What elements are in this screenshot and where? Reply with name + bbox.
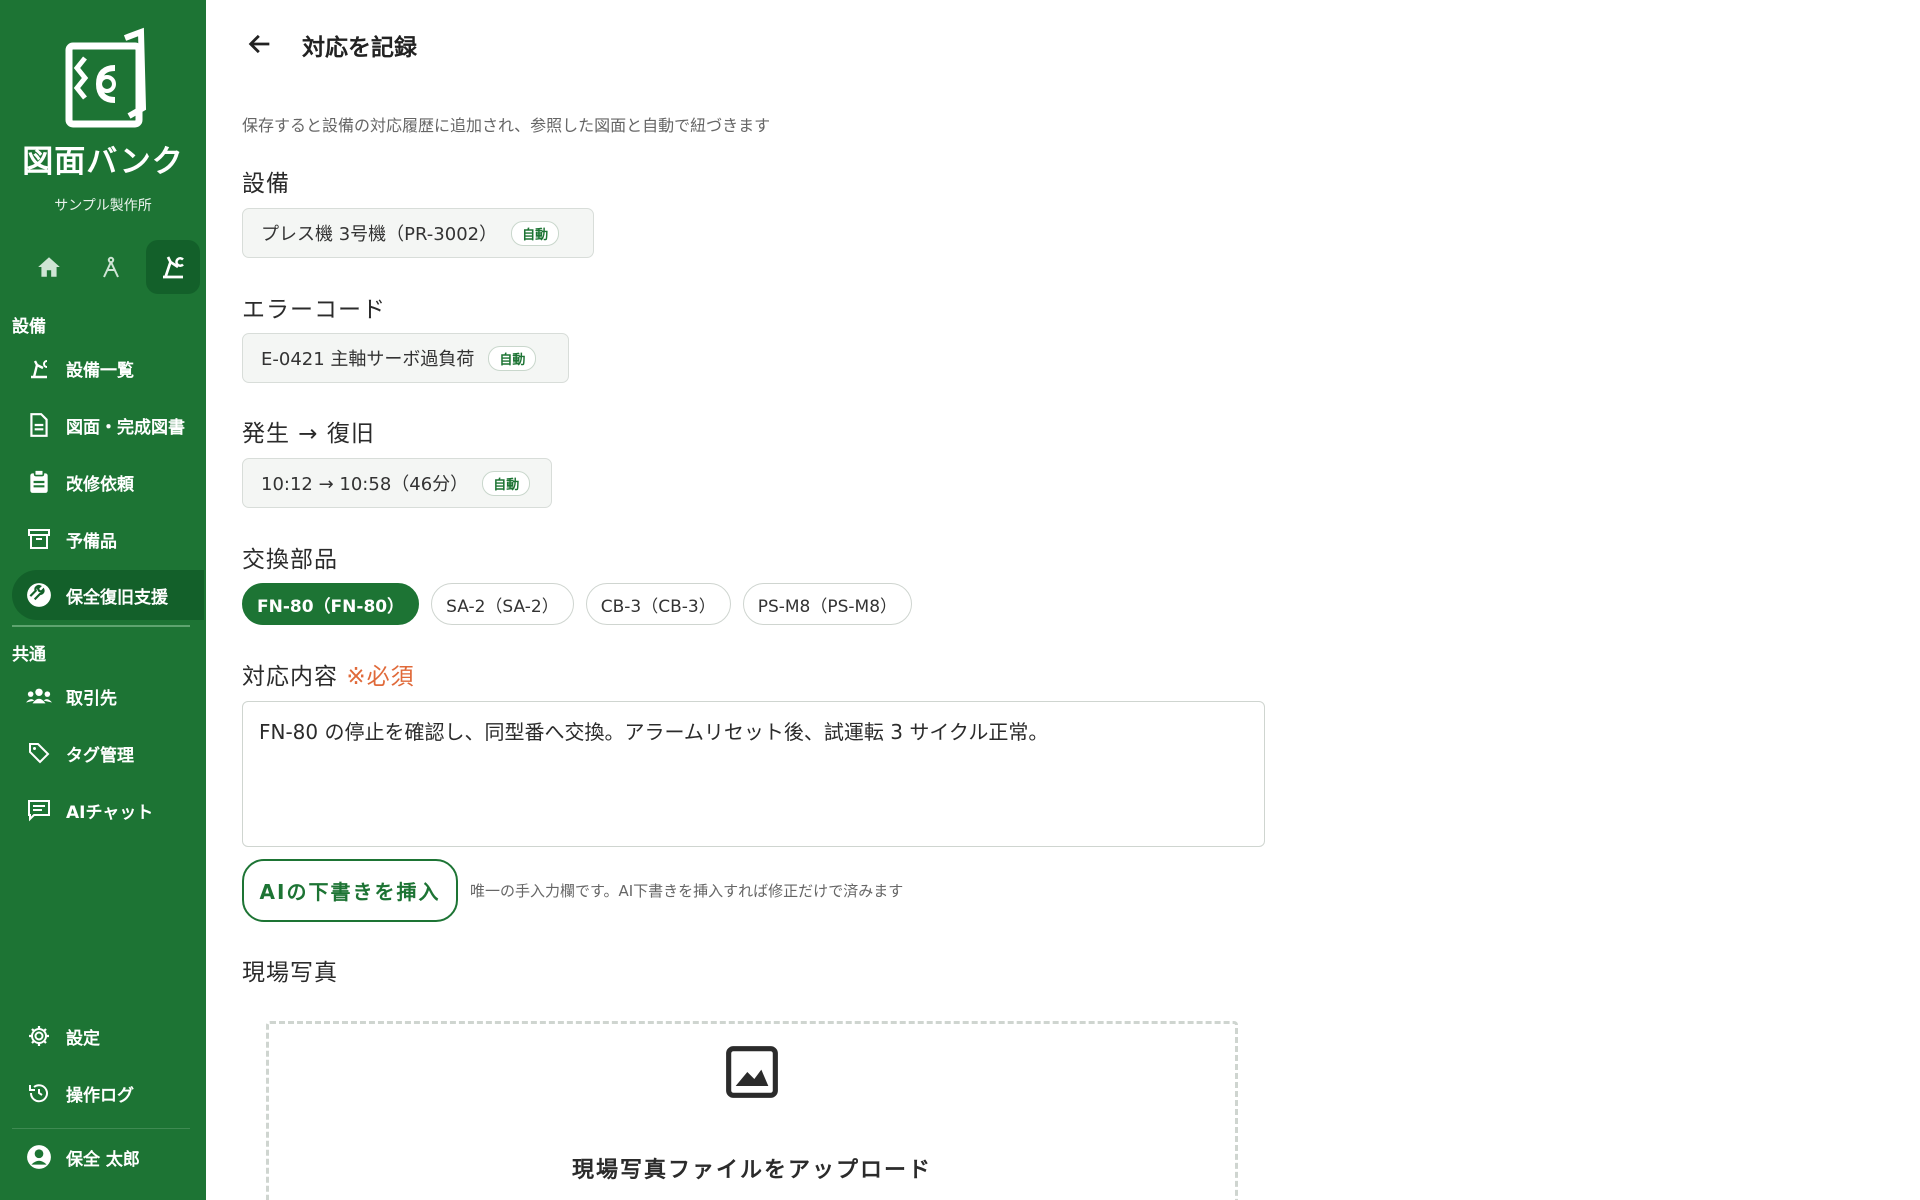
section-equipment: 設備 <box>12 317 46 337</box>
company-name: サンプル製作所 <box>54 198 152 214</box>
sidebar-item-settings[interactable]: 設定 <box>12 1011 204 1061</box>
chat-icon <box>26 797 52 823</box>
page-subtitle: 保存すると設備の対応履歴に追加され、参照した図面と自動で紐づきます <box>242 116 771 135</box>
logo-icon <box>65 27 147 128</box>
sidebar-item-drawings[interactable]: 図面・完成図書 <box>12 400 204 450</box>
arrow-left-icon <box>248 34 270 54</box>
wrench-icon <box>26 582 52 608</box>
time-field: 10:12 → 10:58（46分） 自動 <box>242 458 552 508</box>
parts-chip-group: FN-80（FN-80） SA-2（SA-2） CB-3（CB-3） PS-M8… <box>242 583 913 625</box>
brand-name: 図面バンク <box>22 144 184 180</box>
time-value: 10:12 → 10:58（46分） <box>261 474 469 495</box>
sidebar-item-label: 図面・完成図書 <box>66 417 185 438</box>
sidebar-item-label: タグ管理 <box>66 745 134 766</box>
sidebar-item-partners[interactable]: 取引先 <box>12 671 204 721</box>
tag-icon <box>26 740 52 766</box>
section-common: 共通 <box>12 645 46 665</box>
auto-badge: 自動 <box>488 345 537 371</box>
compass-button[interactable] <box>84 240 138 294</box>
compass-icon <box>103 256 119 278</box>
sidebar-item-operation-log[interactable]: 操作ログ <box>12 1068 204 1118</box>
image-icon <box>726 1046 778 1098</box>
avatar-icon <box>26 1144 52 1170</box>
upload-text: 現場写真ファイルをアップロード <box>571 1158 932 1183</box>
sidebar: 図面バンク サンプル製作所 設備 設備一覧 図面・完成図書 改修依頼 予備品 保… <box>0 0 206 1200</box>
logo: 図面バンク サンプル製作所 <box>0 24 206 215</box>
home-button[interactable] <box>22 240 76 294</box>
auto-badge: 自動 <box>482 470 531 496</box>
part-chip[interactable]: FN-80（FN-80） <box>242 583 420 625</box>
auto-badge: 自動 <box>511 220 560 246</box>
sidebar-item-label: 保全復旧支援 <box>66 587 168 608</box>
equipment-field: プレス機 3号機（PR-3002） 自動 <box>242 208 594 258</box>
page-title: 対応を記録 <box>302 35 417 61</box>
part-chip[interactable]: PS-M8（PS-M8） <box>742 583 913 625</box>
gear-icon <box>26 1023 52 1049</box>
insert-ai-draft-button[interactable]: AIの下書きを挿入 <box>242 859 458 922</box>
sidebar-item-equipment-list[interactable]: 設備一覧 <box>12 343 204 393</box>
required-mark: ※必須 <box>346 664 415 690</box>
sidebar-item-repair-requests[interactable]: 改修依頼 <box>12 457 204 507</box>
machine-icon <box>26 355 52 381</box>
sidebar-item-maintenance-support[interactable]: 保全復旧支援 <box>12 570 204 620</box>
people-icon <box>26 683 52 709</box>
sidebar-item-ai-chat[interactable]: AIチャット <box>12 785 204 835</box>
equipment-value: プレス機 3号機（PR-3002） <box>261 224 498 245</box>
error-code-field: E-0421 主軸サーボ過負荷 自動 <box>242 333 569 383</box>
user-menu[interactable]: 保全 太郎 <box>12 1132 204 1182</box>
maintenance-button[interactable] <box>146 240 200 294</box>
equipment-label: 設備 <box>242 171 290 197</box>
home-icon <box>38 257 60 277</box>
parts-label: 交換部品 <box>242 547 338 573</box>
sidebar-item-label: 予備品 <box>66 531 117 552</box>
history-icon <box>26 1080 52 1106</box>
part-chip[interactable]: CB-3（CB-3） <box>585 583 731 625</box>
sidebar-divider <box>12 625 190 627</box>
content-label: 対応内容 ※必須 <box>242 657 415 691</box>
archive-box-icon <box>26 526 52 552</box>
quick-nav <box>22 240 200 294</box>
back-button[interactable] <box>240 24 280 64</box>
sidebar-item-label: 取引先 <box>66 688 117 709</box>
user-name: 保全 太郎 <box>66 1149 140 1170</box>
content-textarea[interactable]: FN-80 の停止を確認し、同型番へ交換。アラームリセット後、試運転 3 サイク… <box>242 701 1265 847</box>
content-label-text: 対応内容 <box>242 664 338 690</box>
document-icon <box>26 412 52 438</box>
sidebar-item-label: 設備一覧 <box>66 360 134 381</box>
clipboard-icon <box>26 469 52 495</box>
sidebar-item-label: 操作ログ <box>66 1085 134 1106</box>
sidebar-item-label: 改修依頼 <box>66 474 134 495</box>
photo-upload-dropzone[interactable]: 現場写真ファイルをアップロード <box>266 1021 1238 1200</box>
sidebar-item-tags[interactable]: タグ管理 <box>12 728 204 778</box>
photo-label: 現場写真 <box>242 960 338 986</box>
error-code-value: E-0421 主軸サーボ過負荷 <box>261 349 475 370</box>
machine-icon <box>163 256 184 279</box>
main-content: 対応を記録 保存すると設備の対応履歴に追加され、参照した図面と自動で紐づきます … <box>206 0 1920 1200</box>
ai-hint-text: 唯一の手入力欄です。AI下書きを挿入すれば修正だけで済みます <box>470 882 904 900</box>
sidebar-item-label: 設定 <box>66 1028 100 1049</box>
time-label: 発生 → 復旧 <box>242 421 375 447</box>
sidebar-item-label: AIチャット <box>66 802 154 823</box>
part-chip[interactable]: SA-2（SA-2） <box>431 583 574 625</box>
error-code-label: エラーコード <box>242 297 386 323</box>
sidebar-divider <box>12 1128 190 1129</box>
sidebar-item-spare-parts[interactable]: 予備品 <box>12 514 204 564</box>
